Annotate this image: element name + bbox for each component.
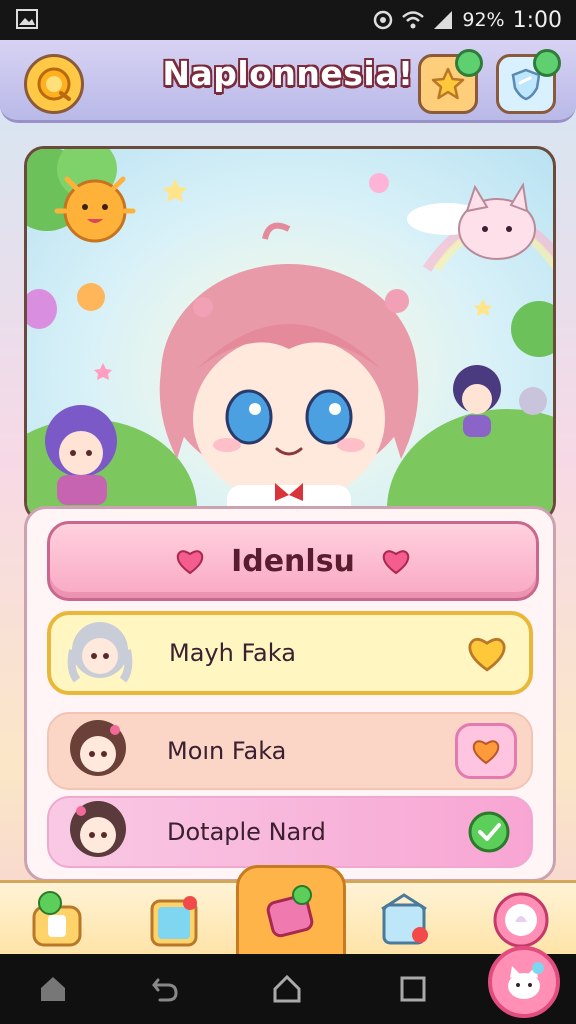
avatar <box>67 622 133 683</box>
gacha-tab-icon <box>493 892 549 948</box>
character-scene <box>24 146 556 522</box>
alarm-icon <box>374 10 393 30</box>
gallery-tab-icon <box>150 896 198 947</box>
list-item-label: Dotaple Nard <box>167 818 326 846</box>
recents-icon[interactable] <box>398 974 428 1004</box>
page-title: Naplonnesia! <box>162 54 414 93</box>
tab-character[interactable] <box>24 887 90 953</box>
character-list-panel: Idenlsu Mayh Faka Moın Faka Dotaple Nard <box>24 506 556 882</box>
list-item-label: Mayh Faka <box>169 639 296 667</box>
wifi-icon <box>402 11 425 29</box>
tab-home[interactable] <box>372 887 438 953</box>
overview-home-icon[interactable] <box>272 974 302 1004</box>
battery-percent: 92% <box>462 9 505 31</box>
list-item[interactable]: Moın Faka <box>47 712 533 790</box>
heart-icon <box>468 637 506 672</box>
avatar <box>70 801 126 857</box>
gallery-notification-icon <box>16 9 38 29</box>
character-tab-icon <box>32 891 82 947</box>
list-item[interactable]: Dotaple Nard <box>47 796 533 868</box>
notification-badge <box>455 49 483 77</box>
chibi-heroine <box>159 222 419 519</box>
favorite-button[interactable] <box>459 628 515 678</box>
list-item[interactable]: Mayh Faka <box>47 611 533 695</box>
tab-gallery[interactable] <box>142 887 208 953</box>
panel-header: Idenlsu <box>47 521 539 601</box>
clock: 1:00 <box>512 7 562 33</box>
status-bar: 92% 1:00 <box>0 0 576 40</box>
heart-icon <box>382 550 410 575</box>
back-icon[interactable] <box>150 974 180 1004</box>
signal-icon <box>434 11 453 29</box>
list-item-label: Moın Faka <box>167 737 287 765</box>
mascot-fab-button[interactable] <box>488 946 560 1018</box>
bottom-tab-bar <box>0 865 576 963</box>
chat-button[interactable] <box>496 49 561 114</box>
heart-icon <box>176 550 204 575</box>
favorites-button[interactable] <box>418 49 483 114</box>
scene-illustration <box>27 149 553 519</box>
outfit-tab-icon <box>266 885 314 938</box>
cat-mascot-icon <box>508 962 544 999</box>
home-icon[interactable] <box>38 974 68 1004</box>
top-header: Naplonnesia! <box>0 40 576 123</box>
tab-gacha[interactable] <box>488 887 554 953</box>
tab-outfit[interactable] <box>236 865 346 963</box>
avatar <box>70 720 126 776</box>
notification-badge <box>533 49 561 77</box>
checkmark-icon <box>468 811 510 853</box>
panel-title: Idenlsu <box>231 543 355 579</box>
house-tab-icon <box>381 893 428 945</box>
confirm-button[interactable] <box>461 807 517 857</box>
flying-cat-creature <box>458 182 536 260</box>
heart-icon <box>472 740 500 765</box>
favorite-button[interactable] <box>455 723 517 779</box>
